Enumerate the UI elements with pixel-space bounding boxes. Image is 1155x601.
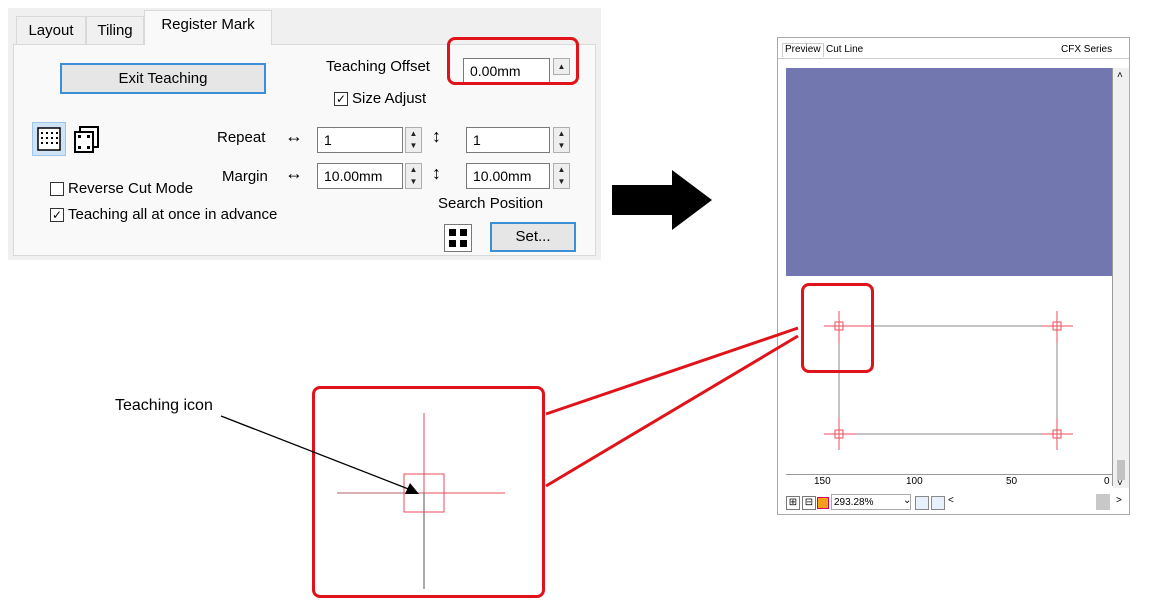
tab-preview[interactable]: Preview: [782, 43, 824, 57]
repeat-label: Repeat: [217, 129, 266, 146]
scroll-left-icon[interactable]: <: [948, 495, 954, 506]
preview-window: Preview Cut Line CFX Series 2 1 1 5 0 15…: [777, 37, 1130, 515]
set-button[interactable]: Set...: [490, 222, 576, 252]
zoom-in-icon[interactable]: [915, 496, 929, 510]
single-mark-icon[interactable]: [70, 122, 104, 156]
color-icon[interactable]: [817, 497, 829, 509]
zoom-select[interactable]: 293.28%: [831, 494, 911, 510]
chevron-down-icon[interactable]: ⌄: [903, 495, 911, 506]
horizontal-arrow-icon: ↔: [285, 163, 303, 183]
teaching-icon-label: Teaching icon: [115, 397, 213, 414]
teaching-all-checkbox[interactable]: ✓: [50, 208, 64, 222]
horizontal-arrow-icon: ↔: [285, 126, 303, 146]
margin-horizontal-input[interactable]: 10.00mm: [317, 163, 403, 189]
zoom-out-icon[interactable]: [931, 496, 945, 510]
repeat-horizontal-stepper[interactable]: ▲ ▼: [405, 127, 422, 153]
tab-layout[interactable]: Layout: [16, 16, 86, 44]
ruler-label: 100: [906, 476, 923, 487]
margin-vertical-input[interactable]: 10.00mm: [466, 163, 550, 189]
preview-toolbar: ⊞ ⊟ 293.28% ⌄ < >: [786, 494, 1126, 512]
ruler-label: 150: [814, 476, 831, 487]
register-mark-panel: Layout Tiling Register Mark Exit Teachin…: [8, 8, 601, 260]
margin-horizontal-stepper[interactable]: ▲ ▼: [405, 163, 422, 189]
scroll-down-icon[interactable]: ˅: [1117, 478, 1123, 489]
horizontal-scroll-thumb[interactable]: [1096, 494, 1110, 510]
vertical-arrow-icon: ↕: [432, 163, 441, 183]
tab-tiling[interactable]: Tiling: [86, 16, 144, 44]
scroll-right-icon[interactable]: >: [1116, 495, 1122, 506]
mark-highlight: [801, 283, 874, 373]
right-arrow-icon: [612, 170, 712, 230]
repeat-vertical-stepper[interactable]: ▲ ▼: [553, 127, 570, 153]
ruler-label: 0: [1104, 476, 1110, 487]
teaching-offset-label: Teaching Offset: [326, 58, 430, 75]
reverse-cut-checkbox[interactable]: [50, 182, 64, 196]
tab-register-mark[interactable]: Register Mark: [144, 10, 272, 45]
margin-vertical-stepper[interactable]: ▲ ▼: [553, 163, 570, 189]
horizontal-ruler: 150 100 50 0: [786, 474, 1112, 487]
teaching-offset-highlight: [447, 37, 579, 85]
grid-view-icon[interactable]: ⊞: [786, 496, 800, 510]
repeat-vertical-input[interactable]: 1: [466, 127, 550, 153]
tab-cut-line[interactable]: Cut Line: [826, 44, 863, 55]
teaching-all-label: Teaching all at once in advance: [68, 206, 278, 223]
reverse-cut-label: Reverse Cut Mode: [68, 180, 194, 197]
size-adjust-checkbox[interactable]: ✓: [334, 92, 348, 106]
register-mark-layout: [824, 311, 1073, 450]
exit-teaching-button[interactable]: Exit Teaching: [60, 63, 266, 94]
vertical-scrollbar[interactable]: ˄ ˅: [1113, 68, 1129, 489]
repeat-horizontal-input[interactable]: 1: [317, 127, 403, 153]
grid-layout-icon[interactable]: [32, 122, 66, 156]
vertical-arrow-icon: ↕: [432, 126, 441, 146]
tab-divider: [778, 58, 1129, 59]
size-adjust-label: Size Adjust: [352, 90, 427, 107]
zoom-connector: [545, 326, 799, 488]
margin-label: Margin: [222, 168, 268, 185]
series-label: CFX Series: [1061, 44, 1113, 55]
search-position-label: Search Position: [438, 195, 544, 212]
search-position-icon[interactable]: [444, 224, 472, 252]
callout-arrow: [220, 415, 419, 494]
ruler-label: 50: [1006, 476, 1018, 487]
preview-canvas: 2 1 1 5 0 150 100 50 0: [786, 68, 1123, 487]
split-view-icon[interactable]: ⊟: [802, 496, 816, 510]
scroll-up-icon[interactable]: ˄: [1117, 70, 1123, 81]
scroll-thumb[interactable]: [1117, 460, 1125, 480]
